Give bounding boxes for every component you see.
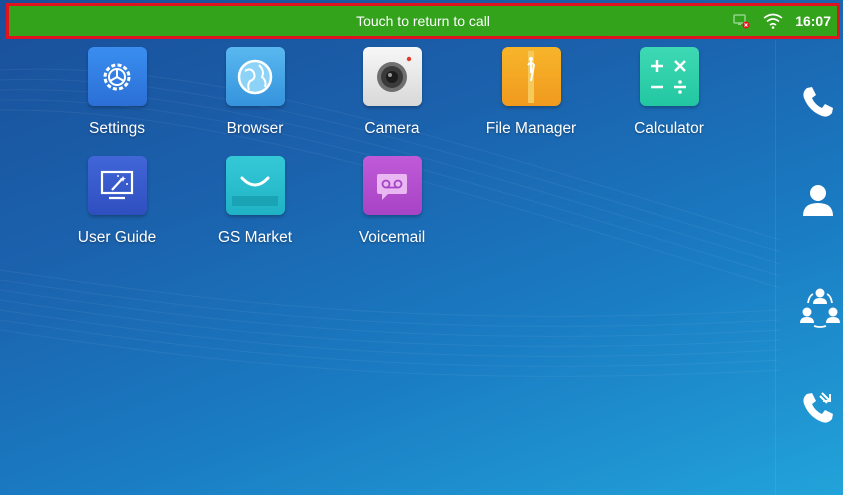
file-manager-icon	[501, 47, 561, 106]
app-voicemail[interactable]: Voicemail	[337, 156, 447, 247]
app-browser[interactable]: Browser	[200, 47, 310, 138]
app-label: GS Market	[217, 229, 293, 246]
network-disconnected-icon	[733, 13, 751, 29]
app-file-manager[interactable]: File Manager	[476, 47, 586, 138]
voicemail-icon	[362, 156, 422, 215]
app-camera[interactable]: Camera	[337, 47, 447, 138]
home-screen: Touch to return to call 16:07 Settings B…	[0, 0, 843, 495]
app-settings[interactable]: Settings	[62, 47, 172, 138]
browser-globe-icon	[225, 47, 285, 106]
calculator-icon	[639, 47, 699, 106]
app-label: User Guide	[77, 229, 157, 246]
app-label: Browser	[226, 120, 284, 137]
return-to-call-bar[interactable]: Touch to return to call 16:07	[6, 3, 840, 39]
app-label: Camera	[364, 120, 420, 137]
app-label: Settings	[88, 120, 145, 137]
user-guide-icon	[87, 156, 147, 215]
app-label: File Manager	[485, 120, 577, 137]
call-history-icon[interactable]	[798, 388, 838, 428]
right-dock	[775, 40, 843, 495]
wifi-icon	[763, 13, 783, 29]
market-bag-icon	[225, 156, 285, 215]
app-gs-market[interactable]: GS Market	[200, 156, 310, 247]
status-icons: 16:07	[733, 6, 831, 36]
return-to-call-text: Touch to return to call	[356, 13, 490, 29]
phone-icon[interactable]	[798, 82, 838, 122]
app-user-guide[interactable]: User Guide	[62, 156, 172, 247]
app-label: Calculator	[634, 120, 704, 137]
camera-icon	[362, 47, 422, 106]
app-calculator[interactable]: Calculator	[614, 47, 724, 138]
app-label: Voicemail	[358, 229, 426, 246]
contacts-icon[interactable]	[798, 180, 838, 220]
conference-icon[interactable]	[798, 285, 840, 328]
status-time: 16:07	[795, 13, 831, 29]
settings-icon	[87, 47, 147, 106]
